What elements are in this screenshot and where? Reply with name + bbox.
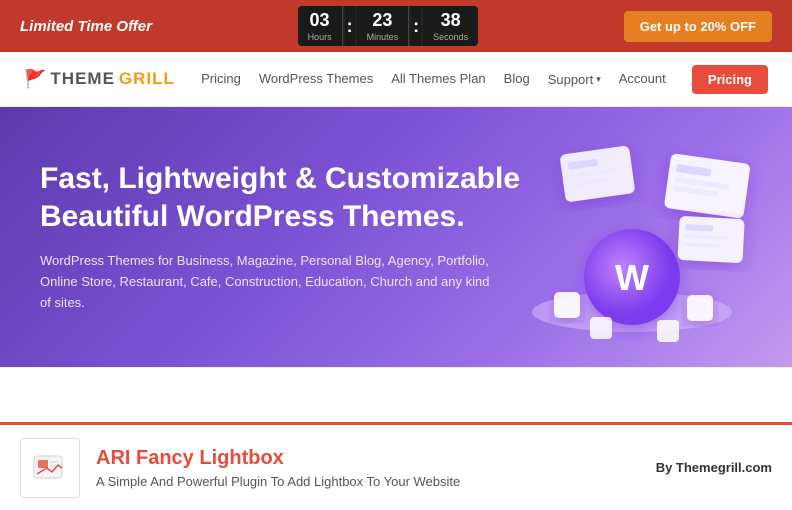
plugin-description: A Simple And Powerful Plugin To Add Ligh… [96, 474, 640, 489]
minutes-label: Minutes [367, 32, 399, 42]
seconds-value: 38 [441, 10, 461, 32]
svg-text:W: W [615, 257, 649, 298]
nav-item-support[interactable]: Support ▾ [548, 72, 601, 87]
nav-link-pricing[interactable]: Pricing [201, 71, 241, 86]
countdown-seconds: 38 Seconds [423, 6, 478, 46]
top-banner: Limited Time Offer 03 Hours : 23 Minutes… [0, 0, 792, 52]
colon-1: : [345, 6, 355, 46]
plugin-author: By Themegrill.com [656, 460, 772, 475]
logo-grill-text: GRILL [119, 69, 175, 89]
nav-item-all-themes-plan[interactable]: All Themes Plan [391, 70, 485, 88]
plugin-name: ARI Fancy Lightbox [96, 447, 640, 470]
nav-link-support[interactable]: Support ▾ [548, 72, 601, 87]
navbar: 🚩 THEME GRILL Pricing WordPress Themes A… [0, 52, 792, 107]
logo-flag-icon: 🚩 [24, 69, 46, 90]
card-section [0, 367, 792, 422]
hero-title: Fast, Lightweight & Customizable Beautif… [40, 160, 560, 235]
discount-button[interactable]: Get up to 20% OFF [624, 11, 772, 42]
plugin-info: ARI Fancy Lightbox A Simple And Powerful… [96, 447, 640, 489]
hours-value: 03 [310, 10, 330, 32]
minutes-value: 23 [372, 10, 392, 32]
nav-link-account[interactable]: Account [619, 71, 666, 86]
logo-theme-text: THEME [50, 69, 115, 89]
chevron-down-icon: ▾ [596, 74, 601, 85]
hero-subtitle: WordPress Themes for Business, Magazine,… [40, 251, 500, 313]
seconds-label: Seconds [433, 32, 468, 42]
countdown-minutes: 23 Minutes [357, 6, 410, 46]
countdown-hours: 03 Hours [298, 6, 343, 46]
nav-item-wp-themes[interactable]: WordPress Themes [259, 70, 373, 88]
logo[interactable]: 🚩 THEME GRILL [24, 69, 175, 90]
plugin-icon [30, 448, 70, 488]
plugin-svg-icon [32, 450, 68, 486]
limited-offer-text: Limited Time Offer [20, 18, 152, 35]
hours-label: Hours [308, 32, 332, 42]
colon-2: : [411, 6, 421, 46]
nav-links: Pricing WordPress Themes All Themes Plan… [201, 70, 666, 88]
plugin-bar: ARI Fancy Lightbox A Simple And Powerful… [0, 422, 792, 510]
plugin-icon-box [20, 438, 80, 498]
pricing-button[interactable]: Pricing [692, 65, 768, 94]
hero-section: Fast, Lightweight & Customizable Beautif… [0, 107, 792, 367]
nav-link-wp-themes[interactable]: WordPress Themes [259, 71, 373, 86]
nav-link-all-themes-plan[interactable]: All Themes Plan [391, 71, 485, 86]
nav-item-blog[interactable]: Blog [504, 70, 530, 88]
nav-item-pricing[interactable]: Pricing [201, 70, 241, 88]
nav-link-blog[interactable]: Blog [504, 71, 530, 86]
nav-item-account[interactable]: Account [619, 70, 666, 88]
hero-content: Fast, Lightweight & Customizable Beautif… [40, 160, 560, 313]
countdown: 03 Hours : 23 Minutes : 38 Seconds [298, 6, 479, 46]
